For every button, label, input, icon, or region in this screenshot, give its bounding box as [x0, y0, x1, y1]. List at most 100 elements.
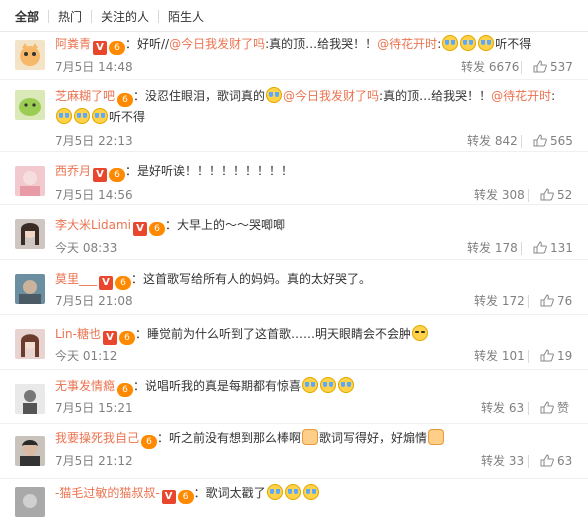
username-link[interactable]: 李大米Lidami: [55, 218, 131, 232]
comment-content: :真的顶…给我哭！！: [379, 89, 492, 103]
avatar[interactable]: [15, 274, 45, 304]
repost-button[interactable]: 转发 308: [474, 187, 525, 203]
vip-badge-icon[interactable]: V: [93, 41, 108, 55]
like-button[interactable]: 52: [540, 187, 572, 203]
tab-divider: [158, 10, 159, 23]
comment-text: 西乔月 V 6 ：是好听诶！！！！！！！！！: [55, 161, 578, 182]
thumbs-up-icon: [540, 349, 554, 362]
avatar[interactable]: [15, 487, 45, 517]
username-link[interactable]: Lin-糖也: [55, 327, 101, 341]
thumbs-up-icon: [540, 188, 554, 201]
like-button[interactable]: 19: [540, 348, 572, 364]
tab-hot[interactable]: 热门: [58, 9, 82, 25]
avatar[interactable]: [15, 436, 45, 466]
divider: [521, 242, 522, 255]
comment-text: -猫毛过敏的猫叔叔- V 6 ：歌词太戳了: [55, 483, 578, 504]
timestamp: 7月5日 15:21: [55, 401, 133, 415]
comment-text: 阿粪青 V 6 ：好听//@今日我发财了吗:真的顶…给我哭！！@待花开时: 听不得: [55, 34, 578, 55]
mention-link[interactable]: @待花开时: [491, 89, 551, 103]
level-badge-icon[interactable]: 6: [117, 383, 134, 397]
repost-button[interactable]: 转发 63: [481, 400, 524, 416]
vip-badge-icon[interactable]: V: [102, 331, 117, 345]
timestamp: 7月5日 22:13: [55, 134, 133, 148]
avatar[interactable]: [15, 384, 45, 414]
crying-emoji-icon: [92, 108, 108, 124]
repost-button[interactable]: 转发 178: [467, 240, 518, 256]
level-badge-icon[interactable]: 6: [109, 168, 126, 182]
thumbs-up-icon: [540, 401, 554, 414]
like-count: 131: [550, 241, 573, 255]
crying-emoji-icon: [478, 35, 495, 51]
username-link[interactable]: -猫毛过敏的猫叔叔-: [55, 486, 160, 500]
comment-item: 芝麻糊了吧 6 ：没忍住眼泪，歌词真的 @今日我发财了吗:真的顶…给我哭！！@待花开时…: [0, 80, 588, 152]
avatar[interactable]: [15, 329, 45, 359]
level-badge-icon[interactable]: 6: [149, 222, 166, 236]
crying-emoji-icon: [302, 377, 319, 393]
username-link[interactable]: 我要操死我自己: [55, 431, 139, 445]
username-link[interactable]: 莫里___: [55, 272, 97, 286]
crying-emoji-icon: [460, 35, 477, 51]
divider: [528, 455, 529, 468]
username-link[interactable]: 阿粪青: [55, 37, 91, 51]
crying-emoji-icon: [302, 484, 319, 500]
timestamp: 7月5日 14:48: [55, 60, 133, 74]
clap-emoji-icon: [302, 429, 319, 445]
comment-text: Lin-糖也 V 6 ：睡觉前为什么听到了这首歌……明天眼睛会不会肿: [55, 324, 578, 345]
avatar[interactable]: [15, 90, 45, 120]
repost-button[interactable]: 转发 101: [474, 348, 525, 364]
divider: [528, 350, 529, 363]
comment-content: ：歌词太戳了: [193, 486, 266, 500]
level-badge-icon[interactable]: 6: [118, 331, 135, 345]
like-count: 565: [550, 134, 573, 148]
avatar[interactable]: [15, 166, 45, 196]
mention-link[interactable]: @今日我发财了吗: [169, 37, 265, 51]
like-button[interactable]: 63: [540, 453, 572, 469]
vip-badge-icon[interactable]: V: [161, 490, 176, 504]
comment-item: 莫里___ V 6 ：这首歌写给所有人的妈妈。真的太好哭了。 7月5日 21:08 转…: [0, 260, 588, 315]
like-button[interactable]: 76: [540, 293, 572, 309]
divider: [528, 402, 529, 415]
username-link[interactable]: 芝麻糊了吧: [55, 89, 115, 103]
like-button[interactable]: 565: [533, 133, 573, 149]
divider: [521, 61, 522, 74]
avatar[interactable]: [15, 40, 45, 70]
like-button[interactable]: 赞: [540, 400, 569, 416]
vip-badge-icon[interactable]: V: [99, 276, 114, 290]
comment-content: :: [551, 89, 556, 103]
thumbs-up-icon: [533, 134, 547, 147]
like-button[interactable]: 537: [533, 59, 573, 75]
mention-link[interactable]: @待花开时: [377, 37, 437, 51]
like-count: 63: [557, 454, 573, 468]
mention-link[interactable]: @今日我发财了吗: [283, 89, 379, 103]
repost-button[interactable]: 转发 33: [481, 453, 524, 469]
vip-badge-icon[interactable]: V: [133, 222, 148, 236]
tab-all[interactable]: 全部: [15, 9, 39, 25]
level-badge-icon[interactable]: 6: [115, 276, 132, 290]
repost-button[interactable]: 转发 842: [467, 133, 518, 149]
tab-following[interactable]: 关注的人: [101, 9, 149, 25]
tab-strangers[interactable]: 陌生人: [168, 9, 204, 25]
comment-item: -猫毛过敏的猫叔叔- V 6 ：歌词太戳了: [0, 479, 588, 517]
crying-emoji-icon: [338, 377, 355, 393]
like-button[interactable]: 131: [533, 240, 573, 256]
timestamp: 今天 08:33: [55, 241, 118, 255]
tab-divider: [48, 10, 49, 23]
like-count: 537: [550, 60, 573, 74]
like-count: 76: [557, 294, 573, 308]
comment-content: :: [437, 37, 442, 51]
vip-badge-icon[interactable]: V: [93, 168, 108, 182]
repost-button[interactable]: 转发 6676: [461, 59, 519, 75]
username-link[interactable]: 无事发情瘾: [55, 379, 115, 393]
avatar[interactable]: [15, 219, 45, 249]
timestamp: 7月5日 14:56: [55, 188, 133, 202]
timestamp: 今天 01:12: [55, 349, 118, 363]
level-badge-icon[interactable]: 6: [177, 490, 194, 504]
repost-button[interactable]: 转发 172: [474, 293, 525, 309]
level-badge-icon[interactable]: 6: [109, 41, 126, 55]
level-badge-icon[interactable]: 6: [141, 435, 158, 449]
level-badge-icon[interactable]: 6: [117, 93, 134, 107]
comment-item: Lin-糖也 V 6 ：睡觉前为什么听到了这首歌……明天眼睛会不会肿 今天 01:12…: [0, 315, 588, 370]
thumbs-up-icon: [533, 241, 547, 254]
like-count: 52: [557, 188, 573, 202]
username-link[interactable]: 西乔月: [55, 164, 91, 178]
